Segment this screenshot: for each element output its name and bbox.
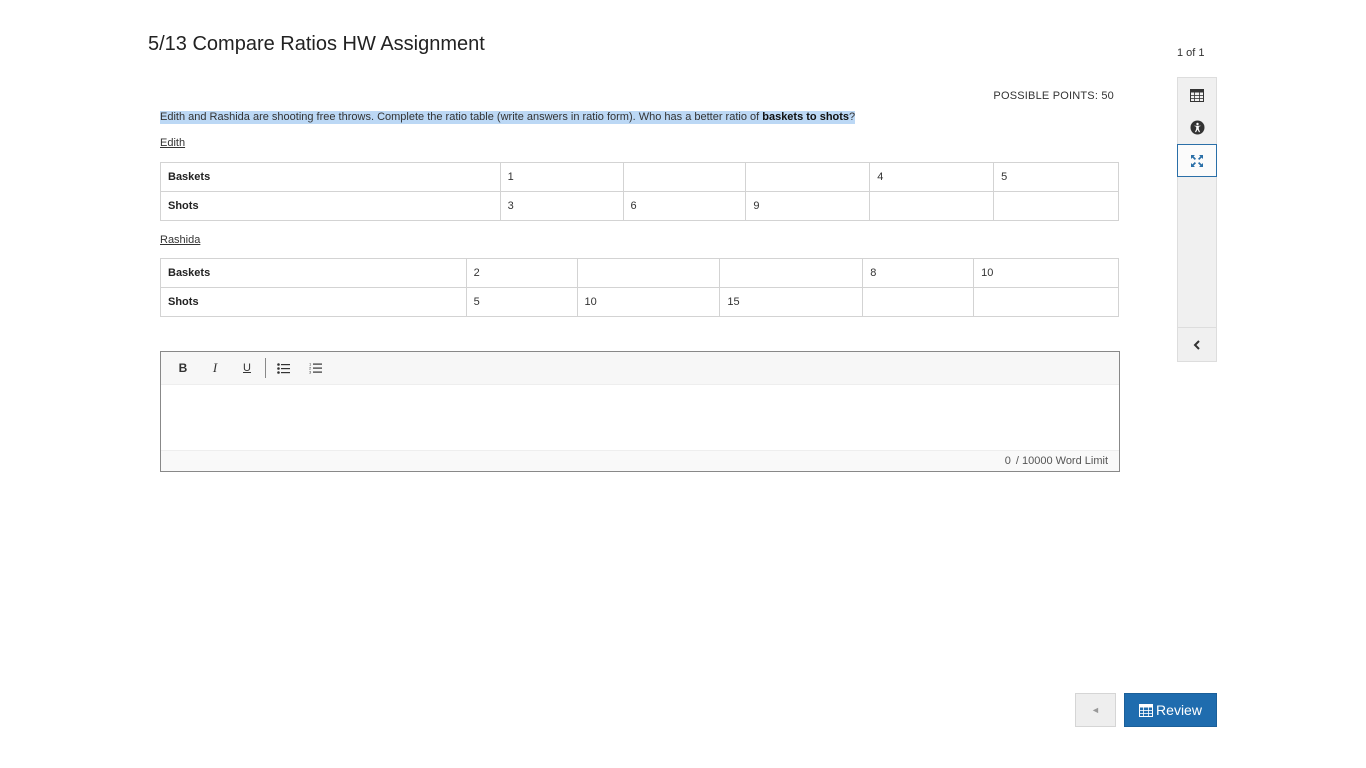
collapse-sidebar-button[interactable]: [1178, 327, 1216, 361]
table-cell: 10: [973, 258, 1119, 288]
table-row: Baskets 1 4 5: [160, 162, 1119, 192]
word-limit-label: / 10000 Word Limit: [1015, 455, 1108, 467]
word-count: 0: [1004, 455, 1011, 467]
page-counter: 1 of 1: [1177, 47, 1205, 59]
underline-icon: U: [243, 362, 251, 374]
calendar-icon: [1190, 88, 1204, 102]
table-cell: 9: [745, 191, 871, 221]
table-cell: [622, 162, 747, 192]
ratio-table-rashida: Baskets 2 8 10 Shots 5 10 15: [160, 258, 1119, 317]
previous-arrow-icon: ◄: [1091, 705, 1100, 715]
possible-points: POSSIBLE POINTS: 50: [993, 90, 1114, 102]
table-cell: 5: [993, 162, 1119, 192]
question-text-end: ?: [849, 111, 856, 123]
table-cell: 6: [622, 191, 747, 221]
table-cell: [869, 191, 995, 221]
table-row: Baskets 2 8 10: [160, 258, 1119, 288]
calendar-icon: [1139, 703, 1154, 717]
word-limit-bar: 0 / 10000 Word Limit: [161, 450, 1119, 471]
table-label-edith: Edith: [160, 137, 186, 149]
table-cell: [745, 162, 871, 192]
bold-button[interactable]: B: [167, 356, 199, 380]
review-button[interactable]: Review: [1124, 693, 1217, 727]
toolbar-divider: [265, 358, 266, 378]
calendar-button[interactable]: [1178, 78, 1216, 111]
table-cell: 10: [576, 287, 721, 317]
table-cell: [993, 191, 1119, 221]
table-cell: [973, 287, 1119, 317]
answer-editor: B I U 1 2 3 0/ 10000 Word Limit: [160, 351, 1120, 472]
italic-button[interactable]: I: [199, 356, 231, 380]
bullet-list-button[interactable]: [267, 356, 299, 380]
table-cell: 4: [869, 162, 995, 192]
table-cell: 3: [499, 191, 624, 221]
table-cell: [862, 287, 975, 317]
table-label-rashida: Rashida: [160, 234, 201, 246]
table-row: Shots 5 10 15: [160, 287, 1119, 317]
table-cell: [576, 258, 721, 288]
fullscreen-icon: [1191, 154, 1203, 167]
italic-icon: I: [212, 360, 218, 375]
fullscreen-button[interactable]: [1177, 144, 1217, 177]
review-label: Review: [1156, 702, 1202, 718]
numbered-list-button[interactable]: 1 2 3: [299, 356, 331, 380]
bold-icon: B: [178, 361, 188, 375]
row-header: Baskets: [160, 162, 501, 192]
table-cell: [719, 258, 864, 288]
numbered-list-icon: 1 2 3: [309, 362, 322, 374]
table-cell: 1: [499, 162, 624, 192]
previous-button[interactable]: ◄: [1075, 693, 1116, 727]
question-text-main: Edith and Rashida are shooting free thro…: [160, 111, 763, 123]
page-title: 5/13 Compare Ratios HW Assignment: [148, 33, 485, 55]
chevron-left-icon: [1193, 339, 1200, 350]
table-cell: 8: [862, 258, 975, 288]
underline-button[interactable]: U: [231, 356, 263, 380]
accessibility-button[interactable]: [1178, 111, 1216, 144]
row-header: Baskets: [160, 258, 467, 288]
question-text-bold: baskets to shots: [762, 111, 850, 123]
ratio-table-edith: Baskets 1 4 5 Shots 3 6 9: [160, 162, 1119, 221]
table-cell: 2: [465, 258, 578, 288]
tool-sidebar: [1177, 77, 1217, 362]
svg-text:3: 3: [309, 370, 312, 375]
editor-toolbar: B I U 1 2 3: [161, 352, 1119, 385]
table-row: Shots 3 6 9: [160, 191, 1119, 221]
question-text: Edith and Rashida are shooting free thro…: [160, 110, 856, 124]
row-header: Shots: [160, 191, 501, 221]
editor-text-area[interactable]: [161, 385, 1119, 450]
accessibility-icon: [1190, 120, 1204, 135]
row-header: Shots: [160, 287, 467, 317]
table-cell: 15: [719, 287, 864, 317]
table-cell: 5: [465, 287, 578, 317]
question-highlight: Edith and Rashida are shooting free thro…: [160, 111, 856, 124]
bullet-list-icon: [276, 362, 290, 374]
